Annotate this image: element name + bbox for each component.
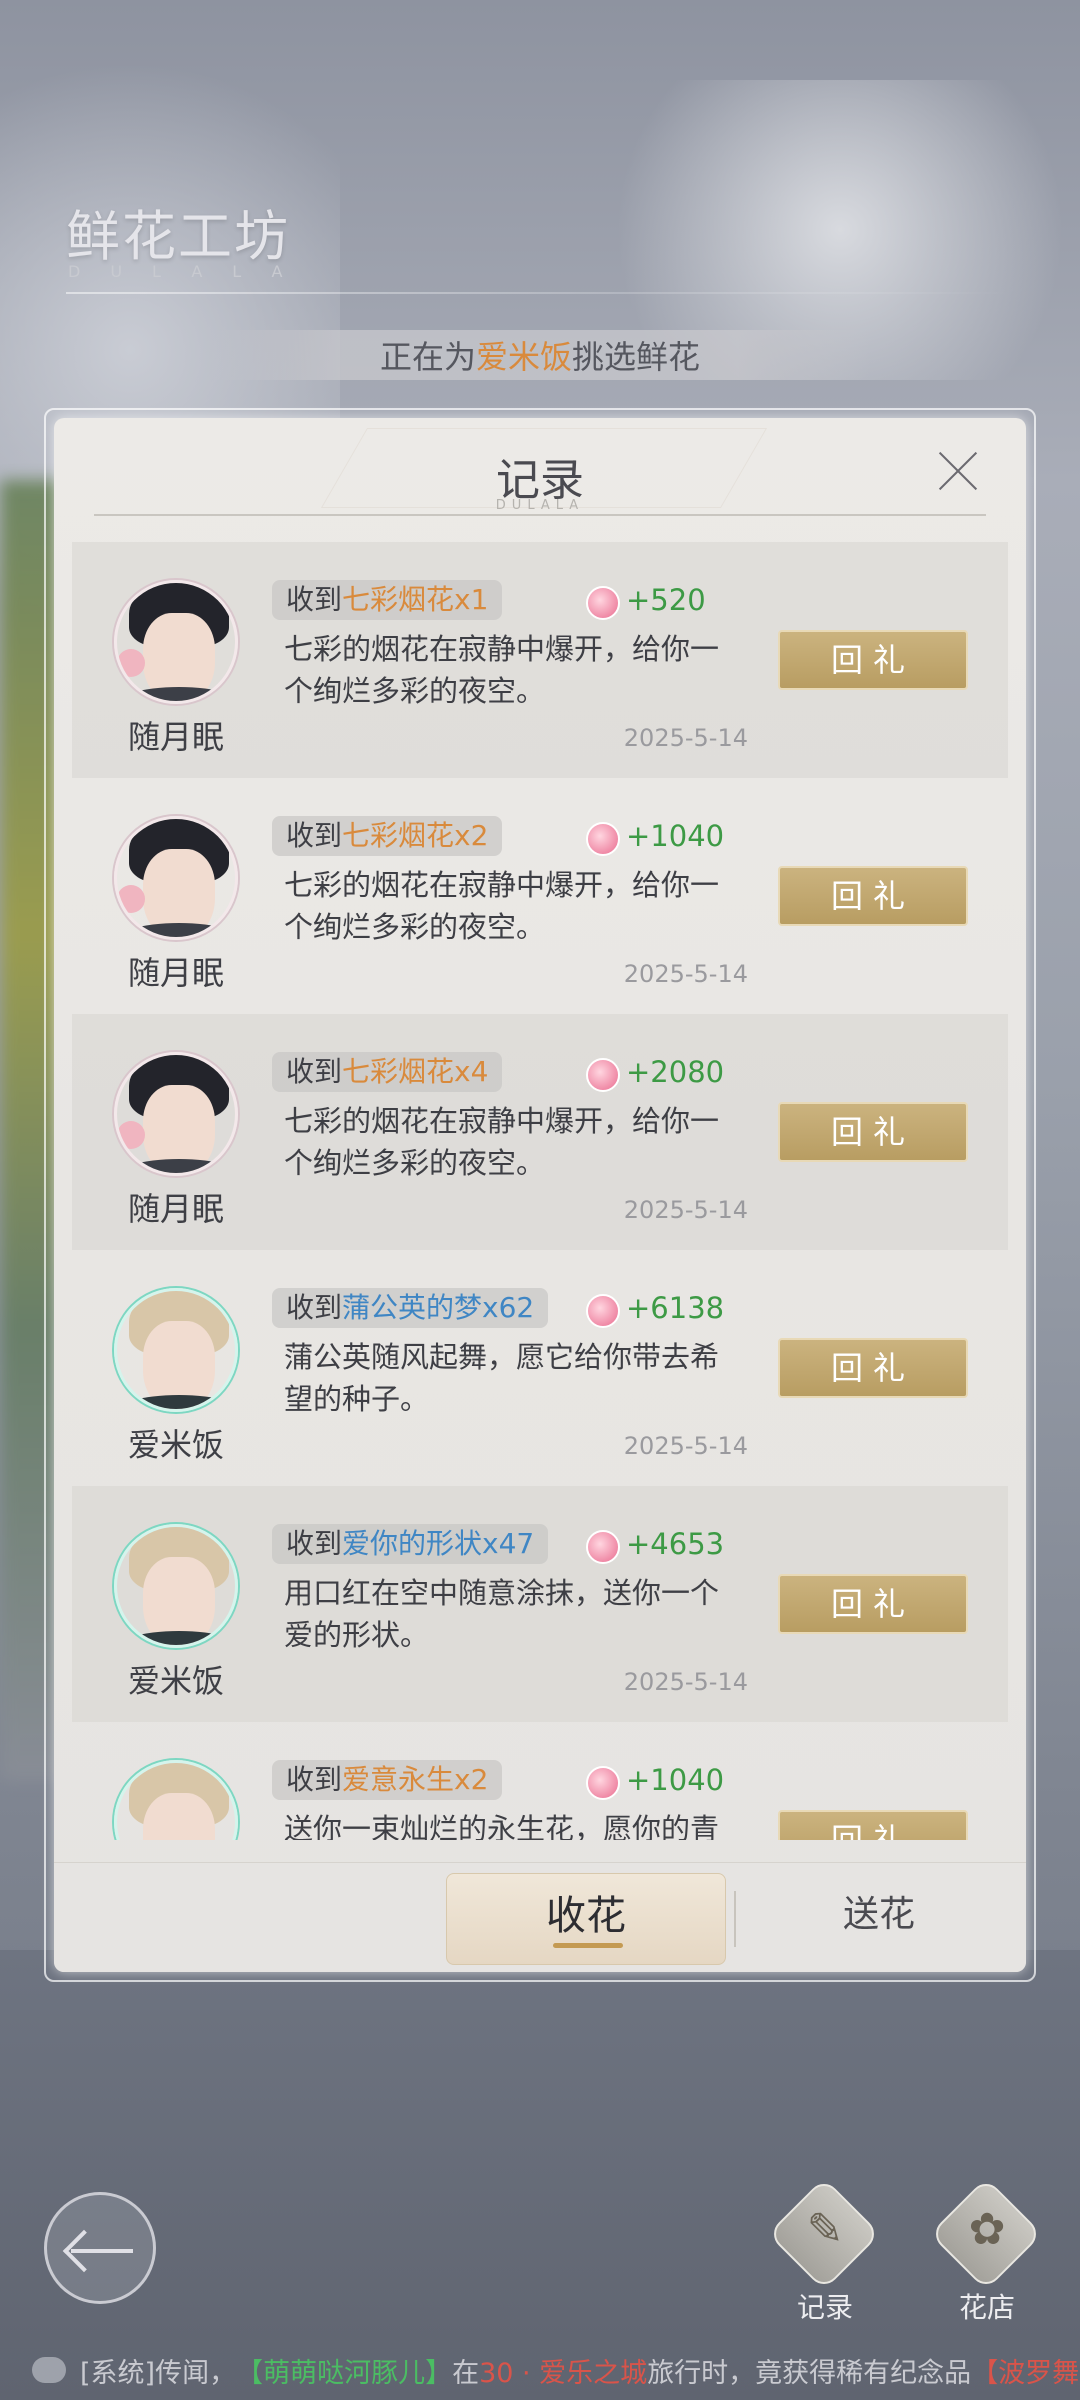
tab-divider bbox=[734, 1891, 736, 1947]
shop-title: 鲜花工坊 bbox=[66, 205, 290, 268]
shop-subtitle: DULALA bbox=[68, 262, 313, 281]
heart-icon bbox=[586, 1058, 620, 1092]
intimacy-score: +1040 bbox=[626, 819, 725, 853]
ticker-item: 【波罗舞步 bbox=[971, 2357, 1080, 2389]
record-date: 2025-5-14 bbox=[623, 1668, 748, 1696]
ticker-place: 30 · 爱乐之城 bbox=[479, 2357, 648, 2389]
gift-tag: 收到蒲公英的梦x62 bbox=[272, 1288, 549, 1328]
gift-tag: 收到爱你的形状x47 bbox=[272, 1524, 549, 1564]
title-divider bbox=[66, 292, 1016, 294]
ticker-middle: 旅行时，竟获得稀有纪念品 bbox=[647, 2357, 972, 2389]
intimacy-score: +1040 bbox=[626, 1763, 725, 1797]
gift-tag: 收到七彩烟花x2 bbox=[272, 816, 503, 856]
return-gift-button[interactable]: 回礼 bbox=[778, 866, 968, 926]
gift-description: 用口红在空中随意涂抹，送你一个爱的形状。 bbox=[284, 1576, 720, 1652]
record-list[interactable]: 随月眠 收到七彩烟花x1 +520 七彩的烟花在寂静中爆开，给你一个绚烂多彩的夜… bbox=[72, 542, 1008, 1840]
gift-prefix: 收到 bbox=[286, 1055, 343, 1088]
heart-icon bbox=[586, 586, 620, 620]
back-button[interactable] bbox=[44, 2192, 156, 2304]
tab-received-flowers[interactable]: 收花 bbox=[446, 1873, 726, 1965]
heart-icon bbox=[586, 1530, 620, 1564]
sender-name: 随月眠 bbox=[127, 1190, 224, 1228]
gift-tag: 收到爱意永生x2 bbox=[272, 1760, 503, 1800]
gift-prefix: 收到 bbox=[286, 583, 343, 616]
heart-icon bbox=[586, 1766, 620, 1800]
record-dialog: 记录 DULALA 随月眠 收到七彩烟花x1 +520 七彩的烟花在寂静中爆开，… bbox=[44, 408, 1036, 1982]
gift-description: 送你一束灿烂的永生花，愿你的青 bbox=[284, 1812, 720, 1840]
gift-description: 七彩的烟花在寂静中爆开，给你一个绚烂多彩的夜空。 bbox=[284, 1104, 720, 1180]
return-gift-button[interactable]: 回礼 bbox=[778, 1102, 968, 1162]
gift-name: 七彩烟花x2 bbox=[342, 819, 489, 852]
gift-prefix: 收到 bbox=[286, 1527, 343, 1560]
flower-shop-nav-label: 花店 bbox=[958, 2291, 1015, 2324]
record-date: 2025-5-14 bbox=[623, 960, 748, 988]
ticker-player: 【萌萌哒河豚儿】 bbox=[236, 2357, 453, 2389]
flower-pot-icon: ✿ bbox=[968, 2204, 1006, 2255]
active-tab-indicator bbox=[553, 1943, 623, 1948]
avatar[interactable] bbox=[114, 1760, 238, 1840]
intimacy-score: +520 bbox=[626, 583, 706, 617]
gift-name: 爱意永生x2 bbox=[342, 1763, 489, 1796]
gift-tag: 收到七彩烟花x1 bbox=[272, 580, 503, 620]
intimacy-score: +2080 bbox=[626, 1055, 725, 1089]
gift-name: 爱你的形状x47 bbox=[342, 1527, 535, 1560]
back-arrow-icon bbox=[71, 2249, 133, 2253]
record-item: 随月眠 收到七彩烟花x1 +520 七彩的烟花在寂静中爆开，给你一个绚烂多彩的夜… bbox=[72, 542, 1008, 778]
record-item: 收到爱意永生x2 +1040 送你一束灿烂的永生花，愿你的青 回礼 bbox=[72, 1722, 1008, 1840]
banner-target-name: 爱米饭 bbox=[475, 338, 572, 376]
avatar[interactable] bbox=[114, 816, 238, 940]
avatar[interactable] bbox=[114, 580, 238, 704]
record-date: 2025-5-14 bbox=[623, 724, 748, 752]
return-gift-button[interactable]: 回礼 bbox=[778, 630, 968, 690]
gift-prefix: 收到 bbox=[286, 1763, 343, 1796]
intimacy-score: +4653 bbox=[626, 1527, 725, 1561]
sender-name: 随月眠 bbox=[127, 954, 224, 992]
sender-name: 随月眠 bbox=[127, 718, 224, 756]
avatar[interactable] bbox=[114, 1052, 238, 1176]
heart-icon bbox=[586, 1294, 620, 1328]
record-item: 随月眠 收到七彩烟花x2 +1040 七彩的烟花在寂静中爆开，给你一个绚烂多彩的… bbox=[72, 778, 1008, 1014]
gift-prefix: 收到 bbox=[286, 1291, 343, 1324]
dialog-tab-bar: 收花 送花 bbox=[54, 1862, 1026, 1972]
gift-tag: 收到七彩烟花x4 bbox=[272, 1052, 503, 1092]
banner-prefix: 正在为 bbox=[379, 338, 476, 376]
system-ticker[interactable]: [系统]传闻， 【萌萌哒河豚儿】在 30 · 爱乐之城 旅行时，竟获得稀有纪念品 【波罗… bbox=[0, 2340, 1080, 2400]
gift-description: 七彩的烟花在寂静中爆开，给你一个绚烂多彩的夜空。 bbox=[284, 868, 720, 944]
record-nav-label: 记录 bbox=[796, 2291, 853, 2324]
record-item: 爱米饭 收到爱你的形状x47 +4653 用口红在空中随意涂抹，送你一个爱的形状… bbox=[72, 1486, 1008, 1722]
sender-name: 爱米饭 bbox=[127, 1662, 224, 1700]
ticker-prefix: [系统]传闻， bbox=[80, 2357, 237, 2389]
avatar[interactable] bbox=[114, 1288, 238, 1412]
flower-shop-nav-button[interactable]: ✿ bbox=[929, 2177, 1043, 2291]
return-gift-button[interactable]: 回礼 bbox=[778, 1810, 968, 1840]
return-gift-button[interactable]: 回礼 bbox=[778, 1574, 968, 1634]
record-date: 2025-5-14 bbox=[623, 1196, 748, 1224]
return-gift-button[interactable]: 回礼 bbox=[778, 1338, 968, 1398]
record-nav-button[interactable]: ✎ bbox=[767, 2177, 881, 2291]
avatar[interactable] bbox=[114, 1524, 238, 1648]
notebook-icon: ✎ bbox=[806, 2204, 844, 2255]
gift-name: 蒲公英的梦x62 bbox=[342, 1291, 535, 1324]
record-date: 2025-5-14 bbox=[623, 1432, 748, 1460]
banner-suffix: 挑选鲜花 bbox=[572, 338, 701, 376]
gift-name: 七彩烟花x4 bbox=[342, 1055, 489, 1088]
tab-received-label: 收花 bbox=[546, 1893, 626, 1939]
gift-description: 蒲公英随风起舞，愿它给你带去希望的种子。 bbox=[284, 1340, 720, 1416]
selecting-banner: 正在为 爱米饭 挑选鲜花 bbox=[210, 330, 870, 380]
record-item: 爱米饭 收到蒲公英的梦x62 +6138 蒲公英随风起舞，愿它给你带去希望的种子… bbox=[72, 1250, 1008, 1486]
sender-name: 爱米饭 bbox=[127, 1426, 224, 1464]
chat-bubble-icon bbox=[32, 2357, 66, 2383]
heart-icon bbox=[586, 822, 620, 856]
header-divider bbox=[94, 514, 986, 516]
gift-name: 七彩烟花x1 bbox=[342, 583, 489, 616]
dialog-title-sub: DULALA bbox=[495, 498, 585, 513]
gift-prefix: 收到 bbox=[286, 819, 343, 852]
tab-sent-flowers[interactable]: 送花 bbox=[774, 1873, 984, 1965]
intimacy-score: +6138 bbox=[626, 1291, 725, 1325]
record-item: 随月眠 收到七彩烟花x4 +2080 七彩的烟花在寂静中爆开，给你一个绚烂多彩的… bbox=[72, 1014, 1008, 1250]
dialog-header: 记录 DULALA bbox=[54, 418, 1026, 526]
ticker-at: 在 bbox=[452, 2357, 480, 2389]
gift-description: 七彩的烟花在寂静中爆开，给你一个绚烂多彩的夜空。 bbox=[284, 632, 720, 708]
close-icon[interactable] bbox=[930, 444, 986, 500]
